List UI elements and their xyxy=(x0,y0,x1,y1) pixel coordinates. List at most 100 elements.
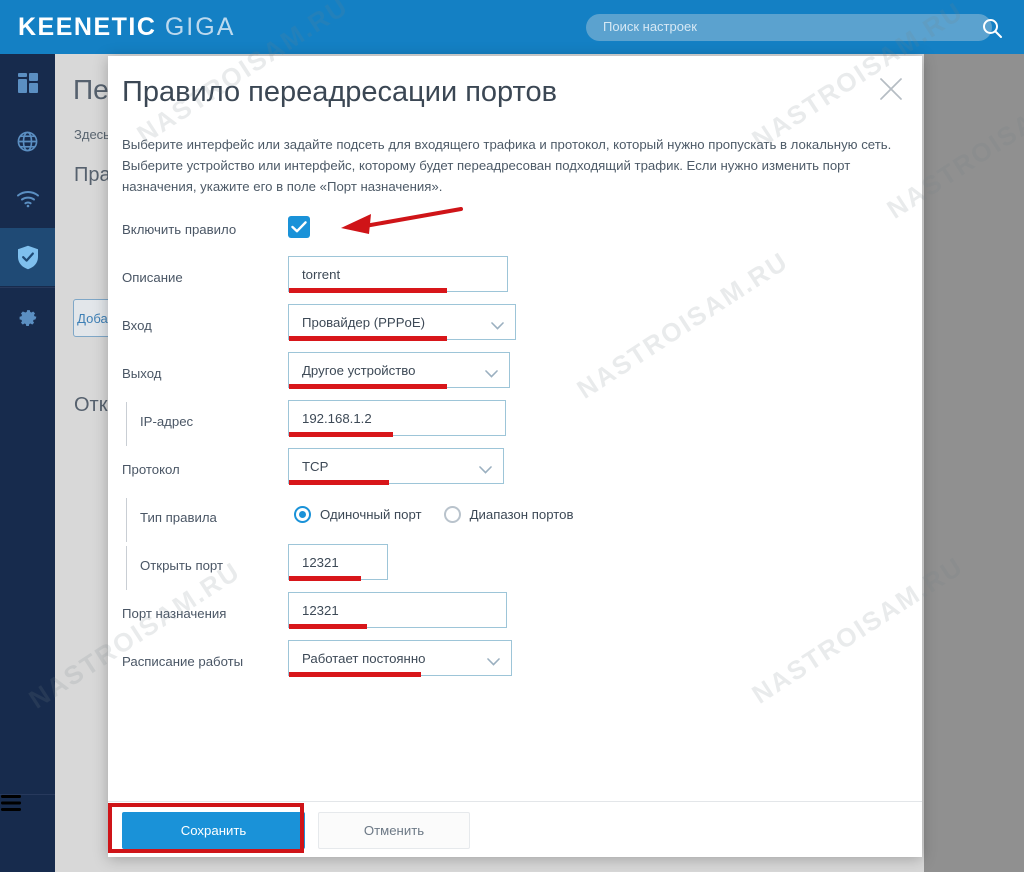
sidebar-divider xyxy=(0,287,55,288)
form-row-ip-address: IP-адрес 192.168.1.2 xyxy=(108,400,922,448)
open-port-input[interactable]: 12321 xyxy=(288,544,388,581)
rule-type-control: Одиночный порт Диапазон портов xyxy=(294,496,595,532)
nested-field-rail xyxy=(126,498,127,542)
form-row-open-port: Открыть порт 12321 xyxy=(108,544,922,592)
nested-field-rail xyxy=(126,546,127,590)
sidebar-divider-bottom xyxy=(0,794,55,795)
annotation-underline xyxy=(289,576,361,581)
sidebar-item-dashboard[interactable] xyxy=(0,54,55,112)
open-port-control: 12321 xyxy=(288,544,388,581)
description-label: Описание xyxy=(122,270,183,285)
left-sidebar xyxy=(0,54,55,872)
destination-port-value: 12321 xyxy=(302,602,339,618)
nested-field-rail xyxy=(126,402,127,446)
radio-single-port[interactable]: Одиночный порт xyxy=(294,505,422,523)
radio-port-range-label: Диапазон портов xyxy=(469,506,574,522)
form-row-rule-type: Тип правила Одиночный порт Диапазон порт… xyxy=(108,496,922,544)
protocol-label: Протокол xyxy=(122,462,180,477)
top-header-bar: KEENETIC GIGA Поиск настроек xyxy=(0,0,1024,54)
input-interface-label: Вход xyxy=(122,318,152,333)
radio-dot xyxy=(294,505,311,523)
annotation-underline xyxy=(289,624,367,629)
port-forwarding-form: Включить правило Описание torrent Вход П… xyxy=(108,208,922,688)
sidebar-item-menu[interactable] xyxy=(0,794,55,872)
annotation-underline xyxy=(289,288,447,293)
schedule-select[interactable]: Работает постоянно xyxy=(288,640,512,677)
open-port-value: 12321 xyxy=(302,554,339,570)
annotation-underline xyxy=(289,672,421,677)
schedule-label: Расписание работы xyxy=(122,654,244,669)
form-row-protocol: Протокол TCP xyxy=(108,448,922,496)
chevron-down-icon xyxy=(491,317,504,330)
save-button[interactable]: Сохранить xyxy=(122,812,305,849)
chevron-down-icon xyxy=(487,653,500,666)
description-control: torrent xyxy=(288,256,508,293)
schedule-value: Работает постоянно xyxy=(302,650,426,666)
enable-rule-label: Включить правило xyxy=(122,222,237,237)
sidebar-item-wifi[interactable] xyxy=(0,170,55,228)
enable-rule-checkbox[interactable] xyxy=(288,216,310,238)
chevron-down-icon xyxy=(485,365,498,378)
input-interface-control: Провайдер (PPPoE) xyxy=(288,304,516,341)
description-value: torrent xyxy=(302,266,341,282)
shield-check-icon xyxy=(0,228,55,286)
form-row-output-interface: Выход Другое устройство xyxy=(108,352,922,400)
destination-port-input[interactable]: 12321 xyxy=(288,592,507,629)
annotation-underline xyxy=(289,480,389,485)
chevron-down-icon xyxy=(479,461,492,474)
ip-address-control: 192.168.1.2 xyxy=(288,400,506,437)
input-interface-select[interactable]: Провайдер (PPPoE) xyxy=(288,304,516,341)
protocol-control: TCP xyxy=(288,448,504,485)
ip-address-label: IP-адрес xyxy=(140,414,194,429)
destination-port-label: Порт назначения xyxy=(122,606,227,621)
enable-rule-control xyxy=(288,208,310,238)
brand-logo: KEENETIC GIGA xyxy=(18,13,235,42)
form-row-enable-rule: Включить правило xyxy=(108,208,922,256)
app-root: Переадресация портов Здесь вы можете нас… xyxy=(0,0,1024,872)
dialog-footer: Сохранить Отменить xyxy=(108,801,922,857)
ip-address-input[interactable]: 192.168.1.2 xyxy=(288,400,506,437)
protocol-select[interactable]: TCP xyxy=(288,448,504,485)
sidebar-item-internet[interactable] xyxy=(0,112,55,170)
close-icon[interactable] xyxy=(876,74,906,104)
form-row-description: Описание torrent xyxy=(108,256,922,304)
sidebar-item-management[interactable] xyxy=(0,286,55,344)
dialog-description: Выберите интерфейс или задайте подсеть д… xyxy=(122,137,892,194)
destination-port-control: 12321 xyxy=(288,592,507,629)
brand-model: GIGA xyxy=(164,13,236,41)
annotation-underline xyxy=(289,432,393,437)
annotation-underline xyxy=(289,384,447,389)
search-placeholder: Поиск настроек xyxy=(603,19,697,34)
open-port-label: Открыть порт xyxy=(140,558,224,573)
wifi-icon xyxy=(0,170,55,228)
search-input[interactable]: Поиск настроек xyxy=(586,14,1002,41)
radio-single-port-label: Одиночный порт xyxy=(320,506,422,522)
form-row-schedule: Расписание работы Работает постоянно xyxy=(108,640,922,688)
dialog-title: Правило переадресации портов xyxy=(122,76,558,108)
form-row-destination-port: Порт назначения 12321 xyxy=(108,592,922,640)
output-interface-label: Выход xyxy=(122,366,162,381)
output-interface-control: Другое устройство xyxy=(288,352,510,389)
hamburger-icon xyxy=(0,794,55,872)
annotation-underline xyxy=(289,336,447,341)
cancel-button[interactable]: Отменить xyxy=(318,812,470,849)
gear-icon xyxy=(0,286,55,344)
description-input[interactable]: torrent xyxy=(288,256,508,293)
rule-type-radio-group: Одиночный порт Диапазон портов xyxy=(294,496,595,532)
radio-dot xyxy=(443,505,461,523)
ip-address-value: 192.168.1.2 xyxy=(302,410,372,426)
output-interface-select[interactable]: Другое устройство xyxy=(288,352,510,389)
brand-name: KEENETIC xyxy=(18,13,157,41)
protocol-value: TCP xyxy=(302,458,329,474)
schedule-control: Работает постоянно xyxy=(288,640,512,677)
port-forwarding-dialog: Правило переадресации портов Выберите ин… xyxy=(108,56,922,857)
radio-port-range[interactable]: Диапазон портов xyxy=(443,505,574,523)
globe-icon xyxy=(0,112,55,170)
sidebar-item-security[interactable] xyxy=(0,228,55,286)
form-row-input-interface: Вход Провайдер (PPPoE) xyxy=(108,304,922,352)
search-icon[interactable] xyxy=(980,16,1004,40)
output-interface-value: Другое устройство xyxy=(302,362,416,378)
grid-icon xyxy=(0,54,55,112)
rule-type-label: Тип правила xyxy=(140,510,217,525)
input-interface-value: Провайдер (PPPoE) xyxy=(302,314,426,330)
